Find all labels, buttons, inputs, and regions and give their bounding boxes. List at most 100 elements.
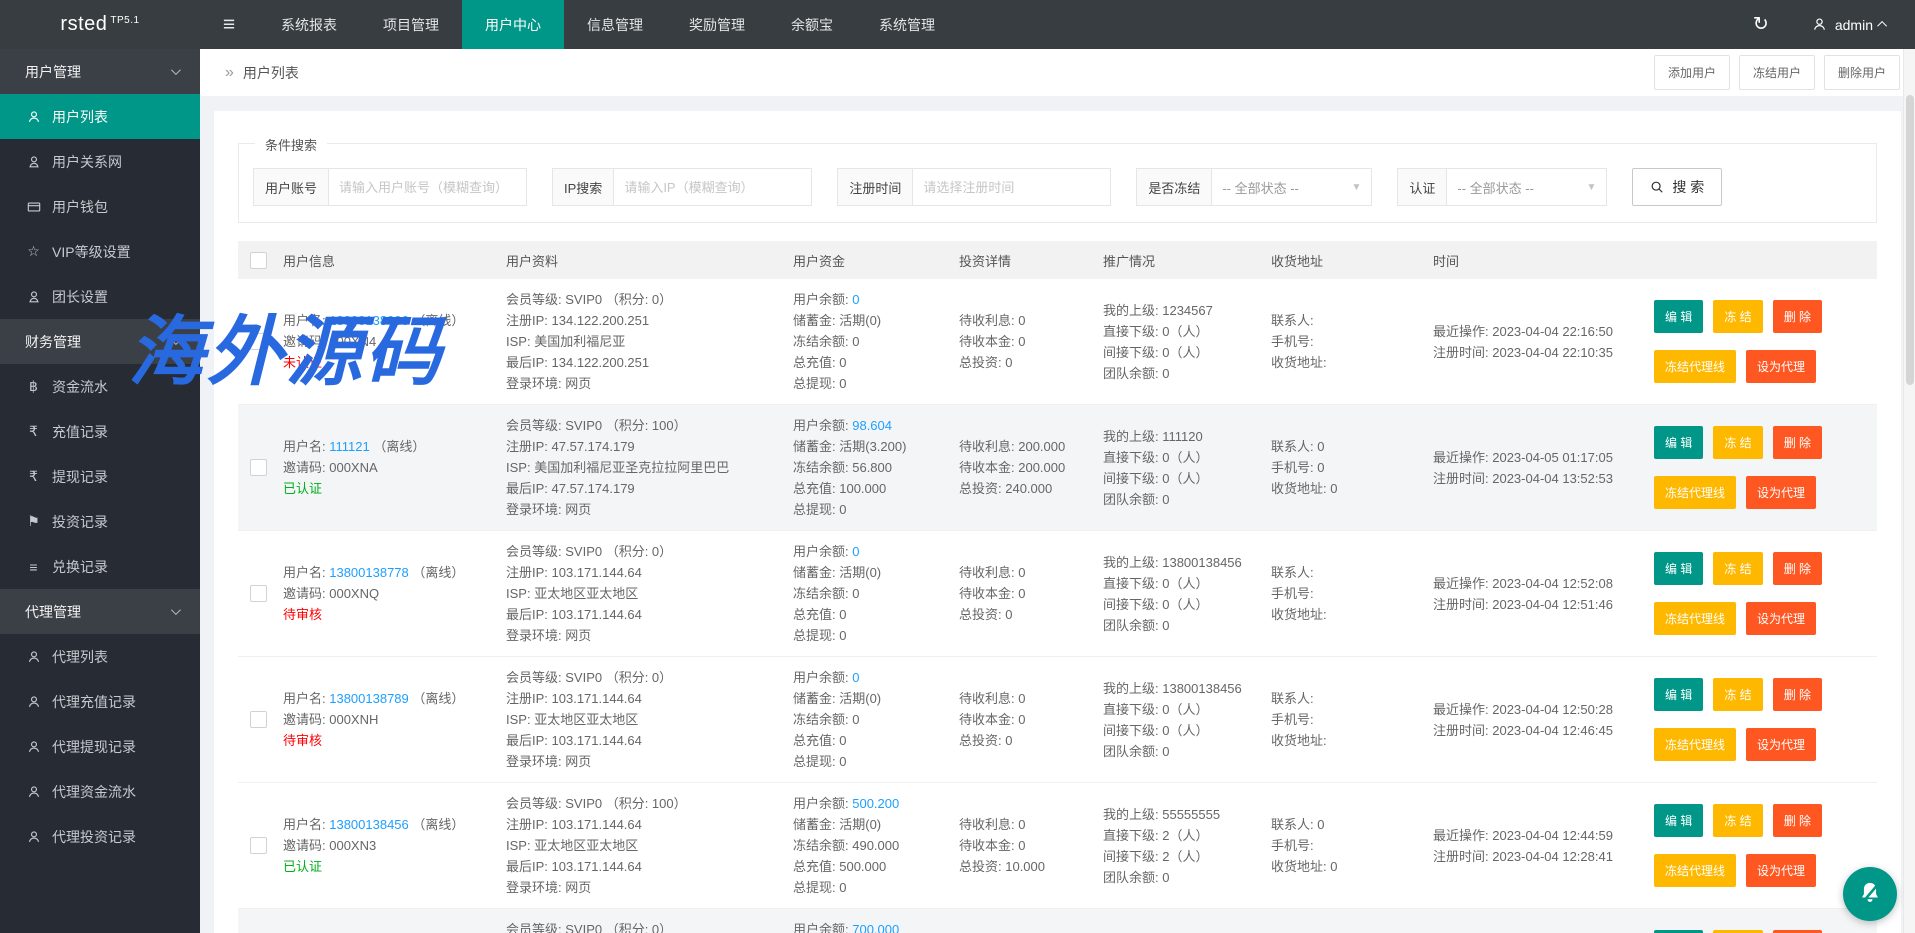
field-value: 2023-04-04 12:28:41 — [1492, 849, 1613, 864]
edit-button[interactable]: 编 辑 — [1654, 426, 1703, 459]
sidebar-item-VIP等级设置[interactable]: ☆VIP等级设置 — [0, 229, 200, 274]
freeze-agent-line-button[interactable]: 冻结代理线 — [1654, 476, 1736, 509]
username-line: 用户名: 13800138778 （离线） — [283, 562, 506, 583]
field-label: 联系人: — [1271, 565, 1314, 580]
set-agent-button[interactable]: 设为代理 — [1746, 602, 1816, 635]
set-agent-button[interactable]: 设为代理 — [1746, 350, 1816, 383]
nav-item-用户中心[interactable]: 用户中心 — [462, 0, 564, 49]
username-value[interactable]: 13800138789 — [329, 691, 409, 706]
freeze-button[interactable]: 冻 结 — [1713, 552, 1762, 585]
add-user-button[interactable]: 添加用户 — [1654, 55, 1730, 90]
refresh-icon[interactable]: ↻ — [1733, 0, 1789, 49]
delete-user-button[interactable]: 删除用户 — [1824, 55, 1900, 90]
sidebar-group-用户管理[interactable]: 用户管理 — [0, 49, 200, 94]
edit-button[interactable]: 编 辑 — [1654, 804, 1703, 837]
field-label: 待收本金: — [959, 334, 1018, 349]
delete-button[interactable]: 删 除 — [1773, 300, 1822, 333]
freeze-button[interactable]: 冻 结 — [1713, 804, 1762, 837]
notification-mute-fab[interactable] — [1843, 867, 1897, 921]
upline-line: 我的上级: 55555555 — [1103, 804, 1271, 825]
freeze-button[interactable]: 冻 结 — [1713, 678, 1762, 711]
delete-button[interactable]: 删 除 — [1773, 678, 1822, 711]
sidebar-item-提现记录[interactable]: ₹提现记录 — [0, 454, 200, 499]
edit-button[interactable]: 编 辑 — [1654, 678, 1703, 711]
field-label: 注册IP: — [506, 817, 552, 832]
username-value[interactable]: 111121 — [329, 439, 370, 454]
select-all-checkbox[interactable] — [250, 252, 267, 269]
row-checkbox[interactable] — [250, 459, 267, 476]
sidebar-item-代理充值记录[interactable]: 代理充值记录 — [0, 679, 200, 724]
sidebar-item-兑换记录[interactable]: ≡兑换记录 — [0, 544, 200, 589]
sidebar-item-投资记录[interactable]: ⚑投资记录 — [0, 499, 200, 544]
user-icon — [25, 695, 42, 709]
sidebar-item-团长设置[interactable]: 团长设置 — [0, 274, 200, 319]
edit-button[interactable]: 编 辑 — [1654, 552, 1703, 585]
user-icon — [25, 650, 42, 664]
breadcrumb: » 用户列表 — [225, 63, 299, 83]
hamburger-menu-icon[interactable]: ≡ — [200, 0, 258, 49]
field-label: 我的上级: — [1103, 681, 1162, 696]
pending-interest-line: 待收利息: 0 — [959, 688, 1103, 709]
delete-button[interactable]: 删 除 — [1773, 426, 1822, 459]
nav-item-信息管理[interactable]: 信息管理 — [564, 0, 666, 49]
row-checkbox[interactable] — [250, 837, 267, 854]
user-profile-cell: 会员等级: SVIP0 （积分: 0）注册IP: 103.171.144.64I… — [506, 667, 793, 772]
auth-select[interactable]: -- 全部状态 -- ▼ — [1447, 168, 1607, 206]
freeze-button[interactable]: 冻 结 — [1713, 300, 1762, 333]
auth-status: 已认证 — [283, 478, 506, 499]
sidebar-item-代理投资记录[interactable]: 代理投资记录 — [0, 814, 200, 859]
field-value: 网页 — [565, 628, 591, 643]
row-checkbox[interactable] — [250, 711, 267, 728]
field-value: 000XNA — [329, 460, 377, 475]
field-label: 团队余额: — [1103, 870, 1162, 885]
nav-item-奖励管理[interactable]: 奖励管理 — [666, 0, 768, 49]
sidebar-item-用户列表[interactable]: 用户列表 — [0, 94, 200, 139]
field-label: ISP: — [506, 334, 534, 349]
admin-menu[interactable]: admin — [1789, 0, 1915, 49]
field-label: 直接下级: — [1103, 450, 1162, 465]
nav-item-系统报表[interactable]: 系统报表 — [258, 0, 360, 49]
field-label: 团队余额: — [1103, 366, 1162, 381]
row-checkbox[interactable] — [250, 333, 267, 350]
nav-item-余额宝[interactable]: 余额宝 — [768, 0, 856, 49]
freeze-select[interactable]: -- 全部状态 -- ▼ — [1212, 168, 1372, 206]
field-value: 47.57.174.179 — [552, 481, 635, 496]
sidebar-item-代理资金流水[interactable]: 代理资金流水 — [0, 769, 200, 814]
sidebar-item-用户关系网[interactable]: 用户关系网 — [0, 139, 200, 184]
scrollbar-thumb[interactable] — [1906, 95, 1914, 385]
sidebar-item-资金流水[interactable]: ฿资金流水 — [0, 364, 200, 409]
sidebar-item-代理列表[interactable]: 代理列表 — [0, 634, 200, 679]
delete-button[interactable]: 删 除 — [1773, 552, 1822, 585]
sidebar-item-用户钱包[interactable]: 用户钱包 — [0, 184, 200, 229]
username-value[interactable]: 13800138006 — [329, 313, 409, 328]
vertical-scrollbar[interactable] — [1903, 49, 1915, 933]
row-checkbox[interactable] — [250, 585, 267, 602]
column-header-用户资金: 用户资金 — [793, 251, 959, 270]
chevron-down-icon — [171, 335, 181, 345]
sidebar-group-财务管理[interactable]: 财务管理 — [0, 319, 200, 364]
freeze-agent-line-button[interactable]: 冻结代理线 — [1654, 854, 1736, 887]
search-button[interactable]: 搜 索 — [1632, 168, 1722, 206]
sidebar-item-充值记录[interactable]: ₹充值记录 — [0, 409, 200, 454]
sidebar-group-代理管理[interactable]: 代理管理 — [0, 589, 200, 634]
field-value: 000XNQ — [329, 586, 379, 601]
freeze-agent-line-button[interactable]: 冻结代理线 — [1654, 350, 1736, 383]
nav-item-项目管理[interactable]: 项目管理 — [360, 0, 462, 49]
edit-button[interactable]: 编 辑 — [1654, 300, 1703, 333]
ip-input[interactable] — [614, 168, 812, 206]
freeze-button[interactable]: 冻 结 — [1713, 426, 1762, 459]
freeze-user-button[interactable]: 冻结用户 — [1739, 55, 1815, 90]
set-agent-button[interactable]: 设为代理 — [1746, 728, 1816, 761]
set-agent-button[interactable]: 设为代理 — [1746, 476, 1816, 509]
regtime-input[interactable] — [913, 168, 1111, 206]
freeze-agent-line-button[interactable]: 冻结代理线 — [1654, 728, 1736, 761]
account-input[interactable] — [329, 168, 527, 206]
field-label: 邀请码: — [283, 838, 329, 853]
freeze-agent-line-button[interactable]: 冻结代理线 — [1654, 602, 1736, 635]
nav-item-系统管理[interactable]: 系统管理 — [856, 0, 958, 49]
username-value[interactable]: 13800138778 — [329, 565, 409, 580]
delete-button[interactable]: 删 除 — [1773, 804, 1822, 837]
sidebar-item-代理提现记录[interactable]: 代理提现记录 — [0, 724, 200, 769]
set-agent-button[interactable]: 设为代理 — [1746, 854, 1816, 887]
username-value[interactable]: 13800138456 — [329, 817, 409, 832]
